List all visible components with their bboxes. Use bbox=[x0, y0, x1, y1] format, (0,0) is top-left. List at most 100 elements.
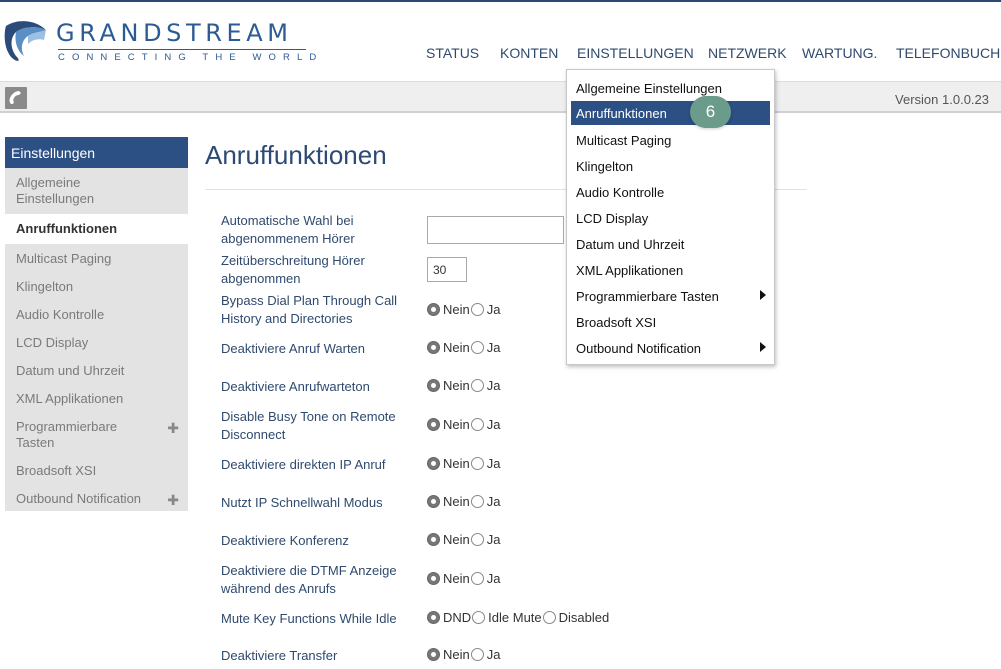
sidebar-item-label: LCD Display bbox=[16, 335, 89, 350]
radio-nein[interactable] bbox=[427, 457, 440, 470]
radio-label: Disabled bbox=[558, 610, 610, 625]
radio-label: Ja bbox=[486, 571, 501, 586]
radio-ja[interactable] bbox=[470, 457, 484, 470]
radio-ja[interactable] bbox=[470, 303, 484, 316]
setting-transfer: Deaktiviere Transfer Nein Ja bbox=[221, 647, 781, 669]
sidebar-item-allgemeine-einstellungen[interactable]: Allgemeine Einstellungen bbox=[5, 168, 188, 214]
radio-label: DND bbox=[443, 610, 472, 625]
sidebar-item-klingelton[interactable]: Klingelton bbox=[5, 272, 188, 300]
setting-label: Automatische Wahl bei abgenommenem Hörer bbox=[221, 213, 355, 246]
setting-label: Deaktiviere Konferenz bbox=[221, 533, 349, 548]
step-badge: 6 bbox=[690, 96, 731, 128]
radio-idle-mute[interactable] bbox=[472, 611, 486, 624]
radio-label: Nein bbox=[443, 532, 470, 547]
sub-toolbar: Version 1.0.0.23 bbox=[0, 81, 1001, 113]
nav-konten[interactable]: KONTEN bbox=[500, 45, 558, 61]
brand-name: GRANDSTREAM bbox=[56, 19, 293, 47]
menu-item-xml-applikationen[interactable]: XML Applikationen bbox=[571, 258, 770, 282]
sidebar-item-xml-applikationen[interactable]: XML Applikationen bbox=[5, 384, 188, 412]
sidebar-item-outbound-notification[interactable]: Outbound Notification ✚ bbox=[5, 484, 188, 511]
nav-einstellungen[interactable]: EINSTELLUNGEN bbox=[577, 45, 694, 61]
nav-telefonbuch[interactable]: TELEFONBUCH bbox=[896, 45, 1000, 61]
menu-item-broadsoft-xsi[interactable]: Broadsoft XSI bbox=[571, 310, 770, 334]
sidebar-item-datum-und-uhrzeit[interactable]: Datum und Uhrzeit bbox=[5, 356, 188, 384]
menu-item-datum-und-uhrzeit[interactable]: Datum und Uhrzeit bbox=[571, 232, 770, 256]
expand-plus-icon[interactable]: ✚ bbox=[167, 420, 179, 436]
menu-item-label: Outbound Notification bbox=[576, 341, 702, 356]
setting-label: Deaktiviere Anrufwarteton bbox=[221, 379, 370, 394]
setting-label: Mute Key Functions While Idle bbox=[221, 611, 397, 626]
sidebar-item-lcd-display[interactable]: LCD Display bbox=[5, 328, 188, 356]
menu-item-multicast-paging[interactable]: Multicast Paging bbox=[571, 128, 770, 152]
sidebar-title: Einstellungen bbox=[5, 137, 188, 168]
sidebar-item-label: Broadsoft XSI bbox=[16, 463, 97, 478]
radio-group: Nein Ja bbox=[427, 494, 501, 509]
radio-label: Ja bbox=[486, 494, 501, 509]
radio-label: Ja bbox=[486, 456, 501, 471]
phone-button[interactable] bbox=[5, 87, 27, 109]
offhook-timeout-input[interactable] bbox=[427, 257, 467, 282]
sidebar-item-label: Anruffunktionen bbox=[16, 221, 118, 236]
nav-wartung[interactable]: WARTUNG. bbox=[802, 45, 877, 61]
radio-nein[interactable] bbox=[427, 341, 440, 354]
setting-label: Disable Busy Tone on Remote Disconnect bbox=[221, 409, 396, 442]
radio-disabled[interactable] bbox=[542, 611, 556, 624]
sidebar-item-programmierbare-tasten[interactable]: Programmierbare Tasten ✚ bbox=[5, 412, 188, 456]
radio-ja[interactable] bbox=[470, 341, 484, 354]
sidebar-item-anruffunktionen[interactable]: Anruffunktionen bbox=[5, 214, 188, 244]
setting-label: Zeitüberschreitung Hörer abgenommen bbox=[221, 253, 365, 286]
radio-label: Ja bbox=[486, 417, 501, 432]
radio-label: Idle Mute bbox=[488, 610, 542, 625]
radio-ja[interactable] bbox=[470, 418, 484, 431]
radio-nein[interactable] bbox=[427, 648, 440, 661]
menu-item-anruffunktionen[interactable]: Anruffunktionen bbox=[571, 101, 770, 125]
nav-status[interactable]: STATUS bbox=[426, 45, 479, 61]
radio-label: Nein bbox=[443, 417, 470, 432]
radio-group: Nein Ja bbox=[427, 456, 501, 471]
radio-nein[interactable] bbox=[427, 379, 440, 392]
setting-conference: Deaktiviere Konferenz Nein Ja bbox=[221, 532, 781, 554]
radio-nein[interactable] bbox=[427, 533, 440, 546]
radio-label: Nein bbox=[443, 571, 470, 586]
menu-item-outbound-notification[interactable]: Outbound Notification bbox=[571, 336, 770, 360]
radio-label: Nein bbox=[443, 456, 470, 471]
sidebar-item-label: Klingelton bbox=[16, 279, 74, 294]
menu-item-allgemeine-einstellungen[interactable]: Allgemeine Einstellungen bbox=[571, 76, 770, 100]
top-border bbox=[0, 0, 1001, 2]
menu-item-programmierbare-tasten[interactable]: Programmierbare Tasten bbox=[571, 284, 770, 308]
radio-ja[interactable] bbox=[470, 572, 484, 585]
expand-plus-icon[interactable]: ✚ bbox=[167, 492, 179, 509]
setting-label: Deaktiviere die DTMF Anzeige während des… bbox=[221, 563, 397, 596]
radio-ja[interactable] bbox=[470, 379, 484, 392]
radio-label: Ja bbox=[486, 532, 501, 547]
radio-label: Nein bbox=[443, 494, 470, 509]
auto-dial-input[interactable] bbox=[427, 216, 564, 244]
sidebar-item-label: Audio Kontrolle bbox=[16, 307, 105, 322]
setting-label: Deaktiviere Anruf Warten bbox=[221, 341, 366, 356]
sidebar-item-multicast-paging[interactable]: Multicast Paging bbox=[5, 244, 188, 272]
sidebar-item-audio-kontrolle[interactable]: Audio Kontrolle bbox=[5, 300, 188, 328]
sidebar-item-label: XML Applikationen bbox=[16, 391, 124, 406]
menu-item-lcd-display[interactable]: LCD Display bbox=[571, 206, 770, 230]
radio-group: Nein Ja bbox=[427, 417, 501, 432]
menu-item-klingelton[interactable]: Klingelton bbox=[571, 154, 770, 178]
radio-nein[interactable] bbox=[427, 572, 440, 585]
radio-ja[interactable] bbox=[470, 533, 484, 546]
radio-dnd[interactable] bbox=[427, 611, 440, 624]
radio-nein[interactable] bbox=[427, 303, 440, 316]
sidebar-item-label: Multicast Paging bbox=[16, 251, 112, 266]
setting-label: Deaktiviere direkten IP Anruf bbox=[221, 457, 386, 472]
sidebar-item-label: Programmierbare Tasten bbox=[16, 419, 118, 450]
radio-ja[interactable] bbox=[470, 495, 484, 508]
sidebar-item-label: Datum und Uhrzeit bbox=[16, 363, 125, 378]
radio-nein[interactable] bbox=[427, 418, 440, 431]
menu-item-audio-kontrolle[interactable]: Audio Kontrolle bbox=[571, 180, 770, 204]
radio-label: Nein bbox=[443, 302, 470, 317]
nav-netzwerk[interactable]: NETZWERK bbox=[708, 45, 787, 61]
radio-nein[interactable] bbox=[427, 495, 440, 508]
setting-call-waiting-tone: Deaktiviere Anrufwarteton Nein Ja bbox=[221, 378, 781, 400]
radio-ja[interactable] bbox=[470, 648, 484, 661]
radio-group: Nein Ja bbox=[427, 302, 501, 317]
sidebar-item-broadsoft-xsi[interactable]: Broadsoft XSI bbox=[5, 456, 188, 484]
firmware-version: Version 1.0.0.23 bbox=[895, 92, 989, 107]
